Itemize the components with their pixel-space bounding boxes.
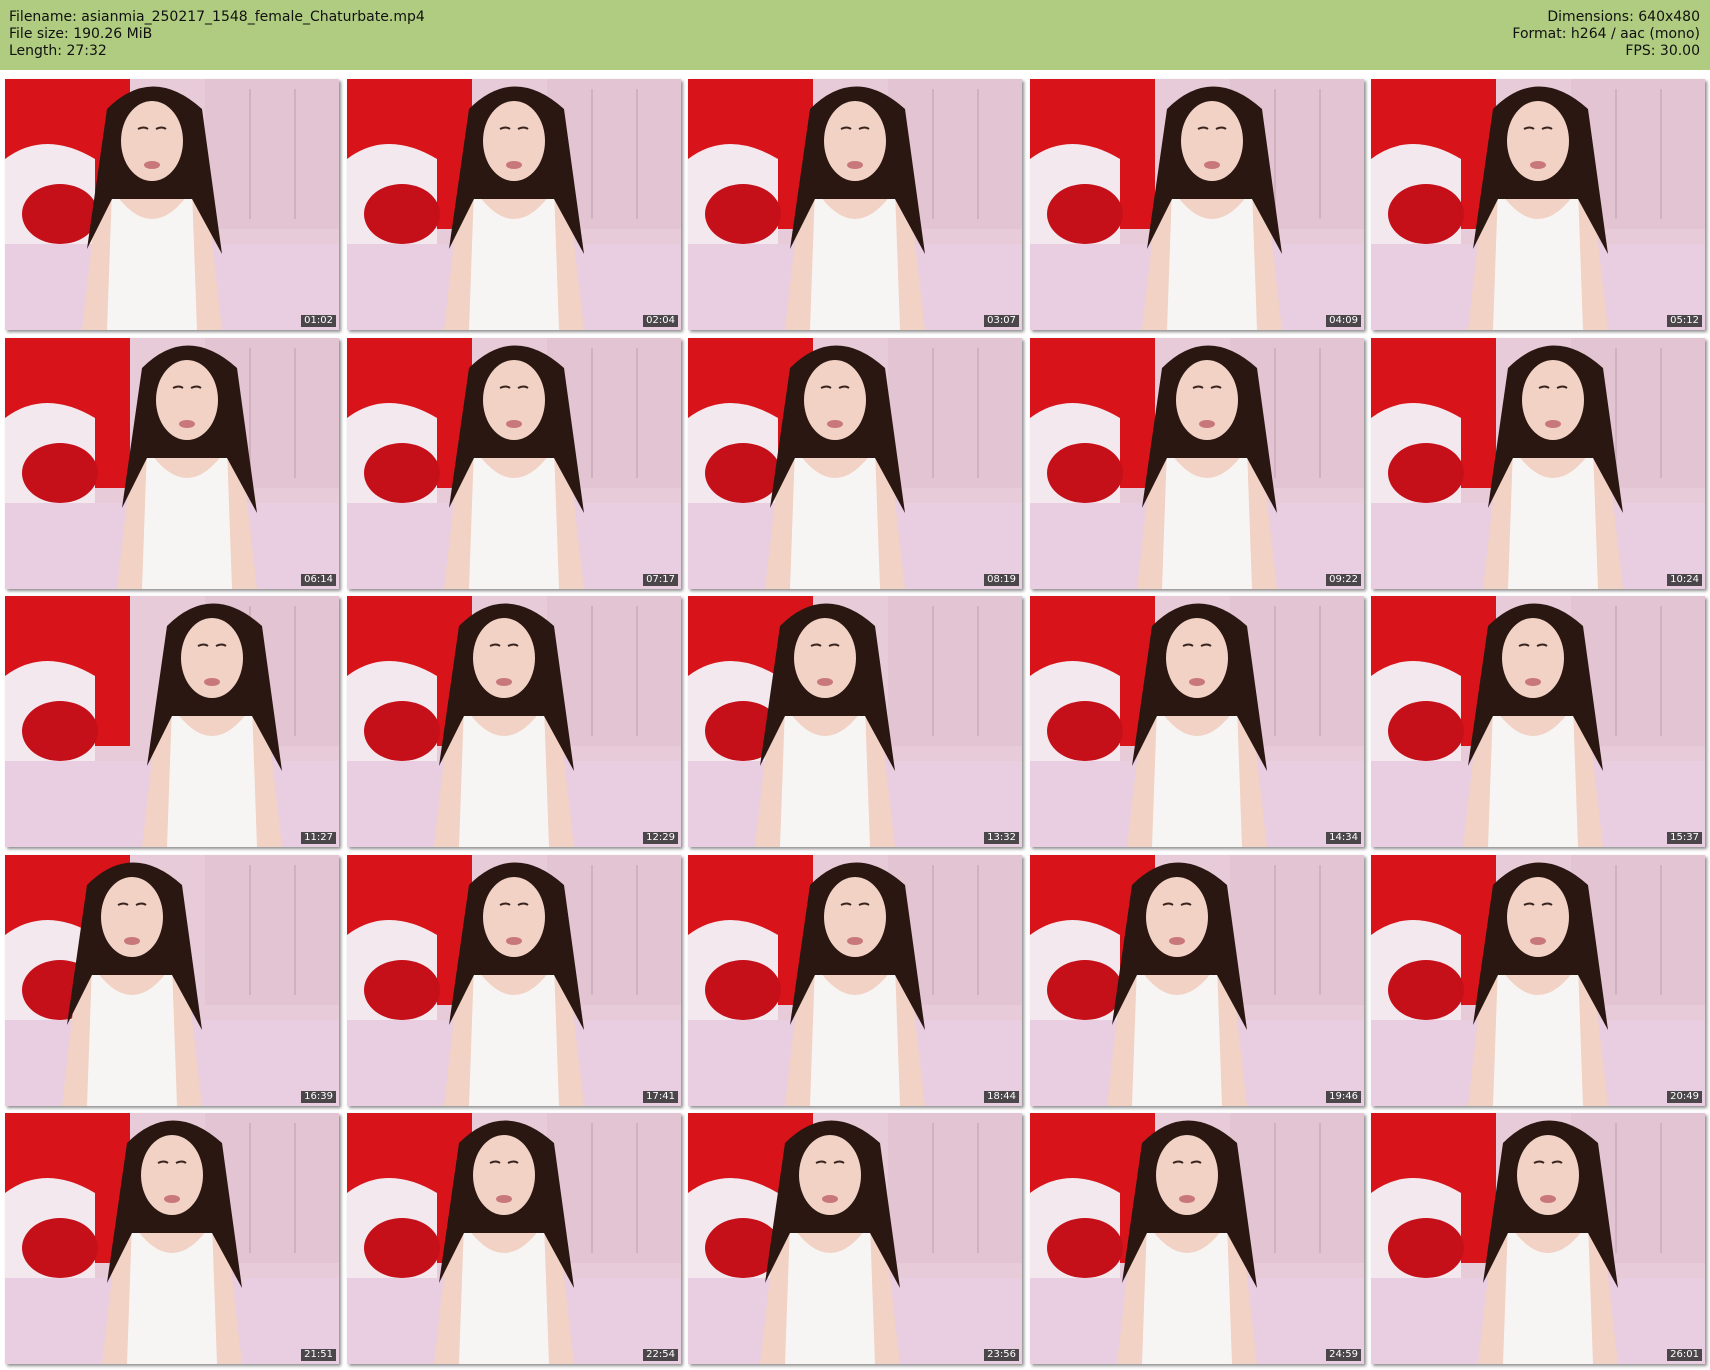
thumbnail-frame[interactable]: 03:07: [688, 79, 1022, 330]
frame-image: [5, 338, 339, 589]
timestamp-label: 09:22: [1326, 574, 1361, 586]
frame-image: [688, 338, 1022, 589]
timestamp-label: 22:54: [643, 1349, 678, 1361]
timestamp-label: 11:27: [301, 832, 336, 844]
filename-text: Filename: asianmia_250217_1548_female_Ch…: [9, 9, 425, 25]
frame-image: [1030, 855, 1364, 1106]
timestamp-label: 07:17: [643, 574, 678, 586]
thumbnail-frame[interactable]: 18:44: [688, 855, 1022, 1106]
thumbnail-frame[interactable]: 06:14: [5, 338, 339, 589]
frame-image: [688, 855, 1022, 1106]
fps-text: FPS: 30.00: [1625, 43, 1700, 59]
timestamp-label: 05:12: [1667, 315, 1702, 327]
thumbnail-frame[interactable]: 20:49: [1371, 855, 1705, 1106]
file-info: Filename: asianmia_250217_1548_female_Ch…: [9, 9, 425, 60]
timestamp-label: 17:41: [643, 1091, 678, 1103]
frame-image: [5, 79, 339, 330]
thumbnail-frame[interactable]: 22:54: [347, 1113, 681, 1364]
thumbnail-frame[interactable]: 08:19: [688, 338, 1022, 589]
filesize-text: File size: 190.26 MiB: [9, 26, 153, 42]
thumbnail-frame[interactable]: 09:22: [1030, 338, 1364, 589]
timestamp-label: 02:04: [643, 315, 678, 327]
timestamp-label: 14:34: [1326, 832, 1361, 844]
dimensions-text: Dimensions: 640x480: [1547, 9, 1700, 25]
thumbnail-frame[interactable]: 15:37: [1371, 596, 1705, 847]
timestamp-label: 16:39: [301, 1091, 336, 1103]
timestamp-label: 26:01: [1667, 1349, 1702, 1361]
thumbnail-frame[interactable]: 11:27: [5, 596, 339, 847]
timestamp-label: 06:14: [301, 574, 336, 586]
thumbnail-grid: 01:02 02:04 03:07 04:09 05:12 06:14 07:17 08:19…: [5, 79, 1706, 1365]
thumbnail-frame[interactable]: 17:41: [347, 855, 681, 1106]
thumbnail-frame[interactable]: 14:34: [1030, 596, 1364, 847]
thumbnail-frame[interactable]: 24:59: [1030, 1113, 1364, 1364]
timestamp-label: 24:59: [1326, 1349, 1361, 1361]
timestamp-label: 08:19: [984, 574, 1019, 586]
frame-image: [1371, 1113, 1705, 1364]
timestamp-label: 04:09: [1326, 315, 1361, 327]
thumbnail-frame[interactable]: 07:17: [347, 338, 681, 589]
timestamp-label: 15:37: [1667, 832, 1702, 844]
thumbnail-frame[interactable]: 05:12: [1371, 79, 1705, 330]
thumbnail-frame[interactable]: 12:29: [347, 596, 681, 847]
thumbnail-frame[interactable]: 01:02: [5, 79, 339, 330]
thumbnail-frame[interactable]: 21:51: [5, 1113, 339, 1364]
thumbnail-frame[interactable]: 02:04: [347, 79, 681, 330]
length-text: Length: 27:32: [9, 43, 107, 59]
frame-image: [347, 338, 681, 589]
timestamp-label: 13:32: [984, 832, 1019, 844]
timestamp-label: 18:44: [984, 1091, 1019, 1103]
frame-image: [1371, 79, 1705, 330]
info-header: Filename: asianmia_250217_1548_female_Ch…: [0, 0, 1710, 70]
thumbnail-frame[interactable]: 19:46: [1030, 855, 1364, 1106]
thumbnail-frame[interactable]: 10:24: [1371, 338, 1705, 589]
timestamp-label: 12:29: [643, 832, 678, 844]
frame-image: [347, 1113, 681, 1364]
frame-image: [1030, 79, 1364, 330]
frame-image: [1030, 338, 1364, 589]
frame-image: [1371, 855, 1705, 1106]
timestamp-label: 23:56: [984, 1349, 1019, 1361]
frame-image: [1371, 338, 1705, 589]
frame-image: [347, 596, 681, 847]
thumbnail-frame[interactable]: 26:01: [1371, 1113, 1705, 1364]
timestamp-label: 20:49: [1667, 1091, 1702, 1103]
thumbnail-frame[interactable]: 04:09: [1030, 79, 1364, 330]
frame-image: [1371, 596, 1705, 847]
thumbnail-frame[interactable]: 23:56: [688, 1113, 1022, 1364]
frame-image: [688, 596, 1022, 847]
video-info: Dimensions: 640x480 Format: h264 / aac (…: [1512, 9, 1700, 60]
frame-image: [347, 79, 681, 330]
timestamp-label: 01:02: [301, 315, 336, 327]
frame-image: [688, 79, 1022, 330]
frame-image: [1030, 1113, 1364, 1364]
frame-image: [347, 855, 681, 1106]
frame-image: [5, 596, 339, 847]
timestamp-label: 19:46: [1326, 1091, 1361, 1103]
frame-image: [1030, 596, 1364, 847]
timestamp-label: 21:51: [301, 1349, 336, 1361]
frame-image: [5, 855, 339, 1106]
frame-image: [688, 1113, 1022, 1364]
timestamp-label: 10:24: [1667, 574, 1702, 586]
format-text: Format: h264 / aac (mono): [1512, 26, 1700, 42]
thumbnail-frame[interactable]: 16:39: [5, 855, 339, 1106]
thumbnail-frame[interactable]: 13:32: [688, 596, 1022, 847]
frame-image: [5, 1113, 339, 1364]
timestamp-label: 03:07: [984, 315, 1019, 327]
